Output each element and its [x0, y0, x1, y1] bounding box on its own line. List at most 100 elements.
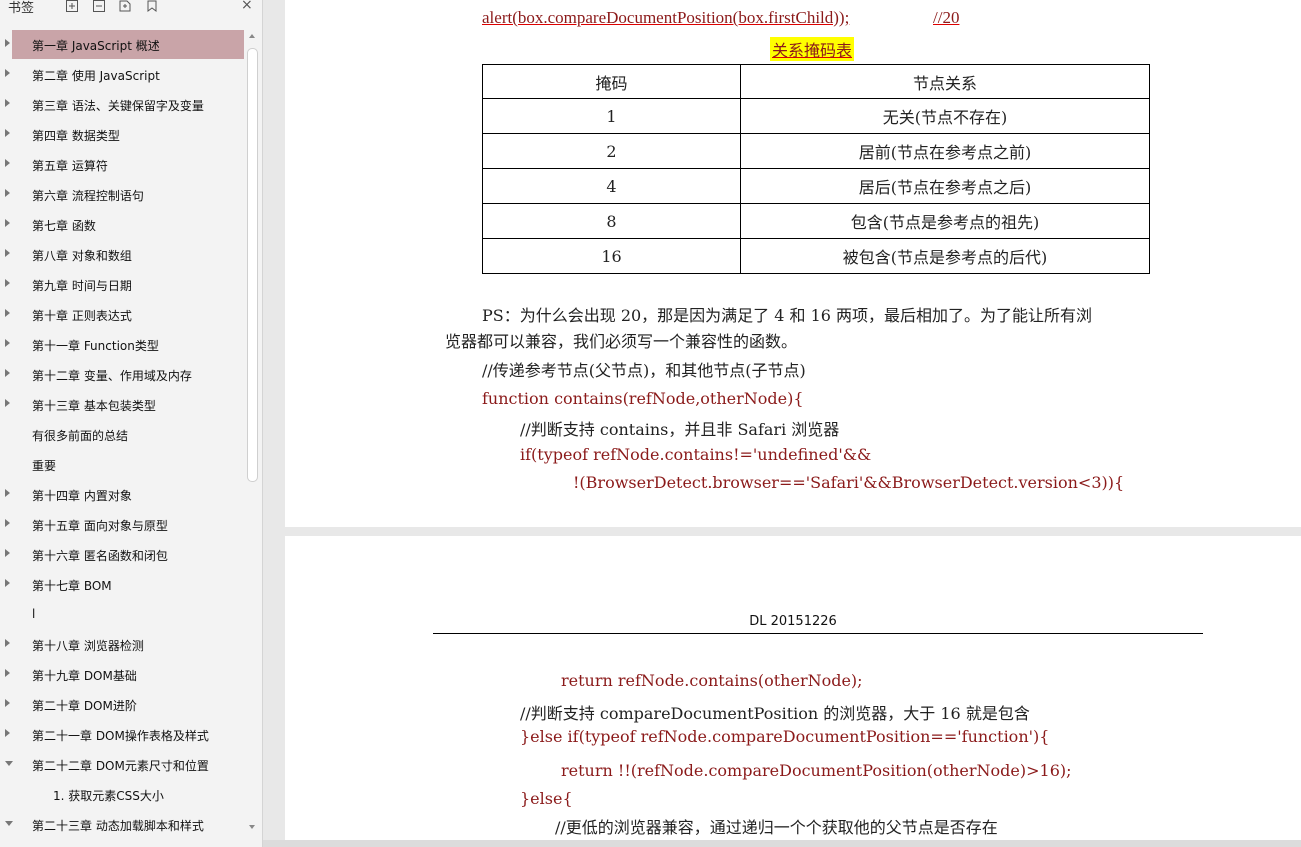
scroll-up-icon[interactable] [249, 34, 255, 38]
scrollbar-thumb[interactable] [247, 48, 258, 482]
table-cell: 包含(节点是参考点的祖先) [740, 203, 1150, 239]
bookmark-item[interactable]: 第一章 JavaScript 概述 [5, 30, 244, 59]
collapsed-arrow-icon[interactable] [5, 729, 10, 737]
bookmark-label: 第十三章 基本包装类型 [32, 399, 156, 413]
bookmark-item[interactable]: 第二十一章 DOM操作表格及样式 [5, 720, 244, 749]
collapsed-arrow-icon[interactable] [5, 159, 10, 167]
bookmark-label: 第五章 运算符 [32, 159, 108, 173]
bookmark-item[interactable]: 第二十三章 动态加载脚本和样式 [5, 810, 244, 839]
bookmark-item[interactable]: 第十八章 浏览器检测 [5, 630, 244, 659]
code-comment: //判断支持 compareDocumentPosition 的浏览器，大于 1… [520, 704, 1030, 723]
table-row: 4 居后(节点在参考点之后) [482, 168, 1150, 204]
bookmark-options-icon[interactable] [146, 0, 158, 12]
collapsed-arrow-icon[interactable] [5, 99, 10, 107]
horizontal-scrollbar[interactable] [263, 840, 1301, 847]
scroll-down-icon[interactable] [249, 825, 255, 829]
table-row: 1 无关(节点不存在) [482, 98, 1150, 134]
collapsed-arrow-icon[interactable] [5, 69, 10, 77]
collapsed-arrow-icon[interactable] [5, 219, 10, 227]
bookmark-item[interactable]: 重要 [12, 450, 244, 479]
expanded-arrow-icon[interactable] [5, 761, 13, 766]
bookmark-item[interactable]: 第五章 运算符 [5, 150, 244, 179]
expand-all-icon[interactable] [66, 0, 78, 12]
document-page: DL 20151226 return refNode.contains(othe… [285, 536, 1301, 847]
bookmark-item[interactable]: 第十四章 内置对象 [5, 480, 244, 509]
bookmark-label: 第二十章 DOM进阶 [32, 699, 137, 713]
bookmark-label: 第六章 流程控制语句 [32, 189, 144, 203]
bookmark-item[interactable]: 第六章 流程控制语句 [5, 180, 244, 209]
collapsed-arrow-icon[interactable] [5, 399, 10, 407]
bookmark-item[interactable]: 第九章 时间与日期 [5, 270, 244, 299]
add-bookmark-icon[interactable] [119, 0, 131, 12]
collapsed-arrow-icon[interactable] [5, 549, 10, 557]
bookmark-item[interactable]: 第七章 函数 [5, 210, 244, 239]
document-page: alert(box.compareDocumentPosition(box.fi… [285, 0, 1301, 527]
collapsed-arrow-icon[interactable] [5, 249, 10, 257]
bookmark-item[interactable]: 第十七章 BOM [5, 570, 244, 599]
bookmark-label: 第一章 JavaScript 概述 [32, 39, 160, 53]
collapsed-arrow-icon[interactable] [5, 669, 10, 677]
document-view: alert(box.compareDocumentPosition(box.fi… [263, 0, 1301, 847]
bookmarks-scrollbar[interactable] [245, 30, 260, 835]
collapse-all-icon[interactable] [93, 0, 105, 12]
code-line: }else if(typeof refNode.compareDocumentP… [520, 727, 1050, 746]
collapsed-arrow-icon[interactable] [5, 699, 10, 707]
bookmark-label: 第十章 正则表达式 [32, 309, 132, 323]
bookmark-item[interactable]: l [12, 600, 244, 629]
close-icon[interactable]: × [241, 0, 253, 13]
collapsed-arrow-icon[interactable] [5, 189, 10, 197]
page-header: DL 20151226 [749, 614, 837, 629]
bookmark-item[interactable]: 第八章 对象和数组 [5, 240, 244, 269]
collapsed-arrow-icon[interactable] [5, 579, 10, 587]
collapsed-arrow-icon[interactable] [5, 129, 10, 137]
expanded-arrow-icon[interactable] [5, 821, 13, 826]
collapsed-arrow-icon[interactable] [5, 369, 10, 377]
code-line: alert(box.compareDocumentPosition(box.fi… [482, 8, 850, 27]
bookmark-label: 第十一章 Function类型 [32, 339, 159, 353]
bookmark-item[interactable]: 第十一章 Function类型 [5, 330, 244, 359]
table-cell: 2 [482, 133, 741, 169]
bookmark-item[interactable]: 有很多前面的总结 [12, 420, 244, 449]
collapsed-arrow-icon[interactable] [5, 339, 10, 347]
code-comment: //20 [933, 8, 960, 27]
table-cell: 4 [482, 168, 741, 204]
code-line: function contains(refNode,otherNode){ [482, 389, 804, 408]
bookmark-item[interactable]: 第四章 数据类型 [5, 120, 244, 149]
bookmark-item[interactable]: 第三章 语法、关键保留字及变量 [5, 90, 244, 119]
collapsed-arrow-icon[interactable] [5, 309, 10, 317]
collapsed-arrow-icon[interactable] [5, 279, 10, 287]
bookmark-item[interactable]: 1. 获取元素CSS大小 [12, 780, 244, 809]
bookmarks-toolbar: 书签 × [0, 0, 262, 16]
table-row: 8 包含(节点是参考点的祖先) [482, 203, 1150, 239]
code-line: return !!(refNode.compareDocumentPositio… [561, 761, 1072, 780]
bookmark-item[interactable]: 第十章 正则表达式 [5, 300, 244, 329]
bookmark-item[interactable]: 第十九章 DOM基础 [5, 660, 244, 689]
collapsed-arrow-icon[interactable] [5, 39, 10, 47]
bookmark-item[interactable]: 第二章 使用 JavaScript [5, 60, 244, 89]
table-header-row: 掩码 节点关系 [482, 64, 1150, 99]
code-comment: //判断支持 contains，并且非 Safari 浏览器 [520, 420, 840, 439]
bookmark-label: 第十八章 浏览器检测 [32, 639, 144, 653]
table-row: 2 居前(节点在参考点之前) [482, 133, 1150, 169]
table-cell: 被包含(节点是参考点的后代) [740, 238, 1150, 274]
bookmark-item[interactable]: 第二十二章 DOM元素尺寸和位置 [5, 750, 244, 779]
paragraph-line: 览器都可以兼容，我们必须写一个兼容性的函数。 [445, 332, 798, 351]
bookmark-label: 重要 [32, 459, 57, 473]
collapsed-arrow-icon[interactable] [5, 489, 10, 497]
code-comment: //传递参考节点(父节点)，和其他节点(子节点) [482, 361, 806, 380]
table-caption: 关系掩码表 [770, 37, 855, 61]
bookmark-label: 第二十三章 动态加载脚本和样式 [32, 819, 204, 833]
bookmarks-title: 书签 [8, 1, 35, 16]
bookmark-item[interactable]: 第十六章 匿名函数和闭包 [5, 540, 244, 569]
collapsed-arrow-icon[interactable] [5, 519, 10, 527]
bookmark-item[interactable]: 第十五章 面向对象与原型 [5, 510, 244, 539]
bookmark-item[interactable]: 第十三章 基本包装类型 [5, 390, 244, 419]
bookmark-label: 第九章 时间与日期 [32, 279, 132, 293]
collapsed-arrow-icon[interactable] [5, 639, 10, 647]
bookmark-label: 第十七章 BOM [32, 579, 112, 593]
bookmark-item[interactable]: 第十二章 变量、作用域及内存 [5, 360, 244, 389]
column-header: 节点关系 [740, 64, 1150, 99]
bookmark-label: 1. 获取元素CSS大小 [53, 789, 164, 803]
table-row: 16 被包含(节点是参考点的后代) [482, 238, 1150, 274]
bookmark-item[interactable]: 第二十章 DOM进阶 [5, 690, 244, 719]
